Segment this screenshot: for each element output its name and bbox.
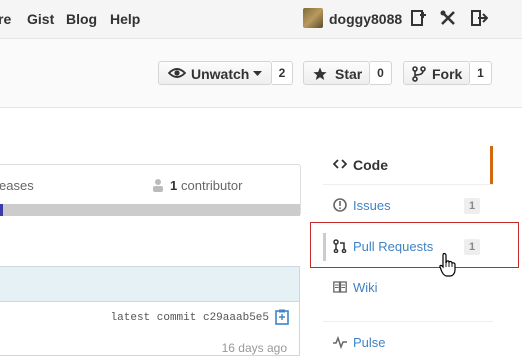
sidebar-item-label: Wiki — [353, 280, 378, 295]
repo-pagehead: Unwatch 2 Star 0 Fork 1 — [0, 39, 522, 108]
eye-icon — [168, 68, 186, 78]
sidebar-item-issues[interactable]: Issues 1 — [323, 187, 493, 225]
commit-hash-link[interactable]: c29aaab5e5 — [203, 312, 269, 324]
forks-count[interactable]: 1 — [470, 61, 492, 85]
language-bar-segment — [0, 204, 3, 216]
nav-blog-link[interactable]: Blog — [66, 11, 97, 27]
nav-help-link[interactable]: Help — [110, 11, 140, 27]
fork-button[interactable]: Fork — [403, 61, 470, 85]
contributors-count[interactable]: 1 — [170, 178, 177, 193]
latest-commit-label: latest commit — [110, 312, 197, 324]
chevron-down-icon — [253, 71, 262, 76]
hand-cursor-icon — [439, 252, 456, 277]
username-link[interactable]: doggy8088 — [329, 11, 402, 27]
sidebar-item-label: Issues — [353, 198, 391, 213]
fork-label: Fork — [432, 66, 463, 82]
settings-tools-icon[interactable] — [439, 9, 457, 27]
nav-explore-link[interactable]: re — [0, 11, 11, 27]
commit-box: latest commit c29aaab5e5 16 days ago — [0, 266, 300, 356]
issue-icon — [333, 198, 347, 212]
sidebar-item-label: Pulse — [353, 335, 386, 350]
commit-header — [0, 267, 299, 302]
contributors-icon — [153, 179, 163, 192]
unwatch-label: Unwatch — [191, 66, 250, 82]
highlight-box — [310, 222, 519, 268]
new-repo-icon[interactable] — [409, 9, 427, 27]
sidebar-divider — [323, 184, 493, 185]
releases-link[interactable]: eases — [0, 178, 34, 193]
watchers-count[interactable]: 2 — [272, 61, 293, 85]
issues-count-badge: 1 — [464, 198, 480, 214]
contributors-label[interactable]: contributor — [181, 178, 242, 193]
nav-gist-link[interactable]: Gist — [27, 11, 54, 27]
language-bar[interactable] — [0, 204, 300, 216]
commit-time: 16 days ago — [221, 341, 287, 355]
fork-icon — [412, 66, 426, 82]
sidebar-divider — [323, 321, 493, 322]
top-navigation-bar: re Gist Blog Help doggy8088 — [0, 0, 522, 39]
sidebar-item-pulse[interactable]: Pulse — [323, 324, 493, 362]
avatar[interactable] — [303, 8, 323, 28]
stargazers-count[interactable]: 0 — [370, 61, 392, 85]
star-label: Star — [335, 66, 363, 82]
sidebar-item-label: Code — [353, 157, 388, 173]
unwatch-button[interactable]: Unwatch — [158, 61, 272, 85]
repo-summary: eases 1 contributor — [0, 164, 301, 216]
latest-commit-line: latest commit c29aaab5e5 — [111, 312, 269, 324]
code-icon — [333, 159, 347, 169]
clipboard-icon[interactable] — [275, 309, 289, 325]
star-button[interactable]: Star — [303, 61, 370, 85]
sidebar-item-wiki[interactable]: Wiki — [323, 269, 493, 307]
sidebar-item-code[interactable]: Code — [323, 146, 493, 184]
star-icon — [313, 67, 327, 80]
sign-out-icon[interactable] — [470, 9, 488, 27]
book-icon — [333, 281, 347, 293]
